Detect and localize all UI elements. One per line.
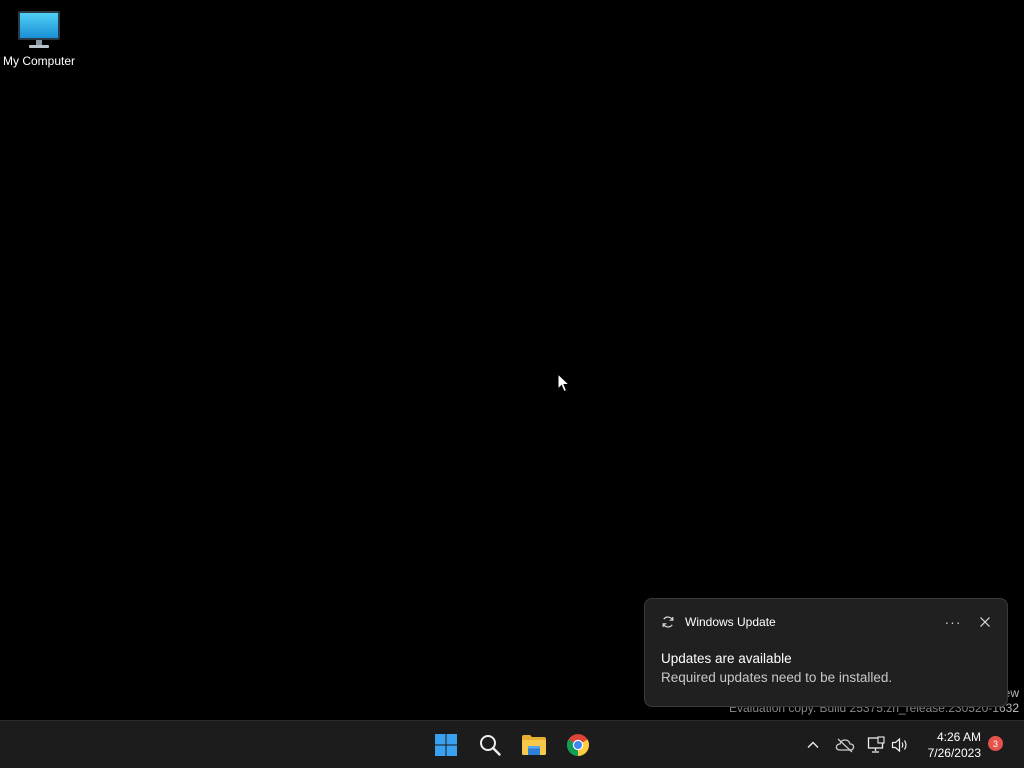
show-hidden-icons-button[interactable] [801,733,825,757]
toast-body: Required updates need to be installed. [661,670,893,685]
chevron-up-icon [807,741,819,748]
notification-toast[interactable]: Windows Update ··· Updates are available… [644,598,1008,707]
volume-tray-button[interactable] [888,733,912,757]
onedrive-offline-icon [835,738,855,753]
search-button[interactable] [472,727,508,763]
start-button[interactable] [428,727,464,763]
notification-count-badge[interactable]: 3 [988,736,1003,751]
clock-time: 4:26 AM [936,730,981,744]
windows-logo-icon [435,734,457,756]
close-icon [980,617,990,627]
folder-icon [522,735,546,755]
mouse-cursor-icon [557,373,571,393]
clock-button[interactable]: 4:26 AM 7/26/2023 [928,729,981,761]
toast-close-button[interactable] [975,612,995,632]
chrome-icon [567,734,589,756]
chrome-button[interactable] [560,727,596,763]
file-explorer-button[interactable] [516,727,552,763]
volume-icon [891,737,907,753]
network-tray-button[interactable] [864,733,888,757]
network-icon [867,736,885,753]
toast-header: Windows Update ··· [661,613,995,631]
toast-title: Updates are available [661,651,792,666]
monitor-icon [17,8,61,50]
toast-app-name: Windows Update [685,615,776,629]
desktop-icon-label: My Computer [2,54,76,68]
sync-icon [662,616,674,628]
toast-more-button[interactable]: ··· [939,612,967,632]
onedrive-tray-button[interactable] [833,733,857,757]
desktop-icon-my-computer[interactable]: My Computer [0,8,78,68]
taskbar: 4:26 AM 7/26/2023 [0,720,1024,768]
clock-date: 7/26/2023 [927,746,981,760]
search-icon [480,735,501,756]
